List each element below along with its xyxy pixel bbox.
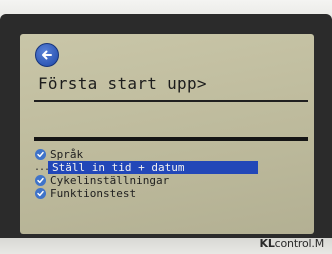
page-title: Första start upp> (38, 74, 207, 93)
check-icon (35, 149, 46, 160)
menu-item-label: Ställ in tid + datum (48, 161, 258, 174)
back-arrow-icon (42, 50, 52, 60)
brand-logo-rest: control.M (274, 237, 325, 250)
menu-item-label: Funktionstest (50, 187, 137, 200)
brand-logo: KLcontrol.M (259, 237, 325, 250)
menu-item-label: Språk (50, 148, 84, 161)
setup-menu: Språk ... Ställ in tid + datum Cykelinst… (34, 148, 308, 200)
menu-item-bike-settings[interactable]: Cykelinställningar (34, 174, 308, 187)
menu-item-label: Cykelinställningar (50, 174, 170, 187)
brand-logo-bold: KL (259, 237, 275, 250)
menu-item-language[interactable]: Språk (34, 148, 308, 161)
lcd-screen: Första start upp> Språk ... Ställ in tid… (20, 34, 314, 234)
check-icon (35, 188, 46, 199)
pending-marker: ... (34, 162, 50, 173)
menu-item-set-time-date[interactable]: ... Ställ in tid + datum (34, 161, 308, 174)
menu-divider (34, 137, 308, 141)
check-icon (35, 175, 46, 186)
title-divider (34, 100, 308, 102)
menu-item-function-test[interactable]: Funktionstest (34, 187, 308, 200)
back-button[interactable] (35, 43, 59, 67)
